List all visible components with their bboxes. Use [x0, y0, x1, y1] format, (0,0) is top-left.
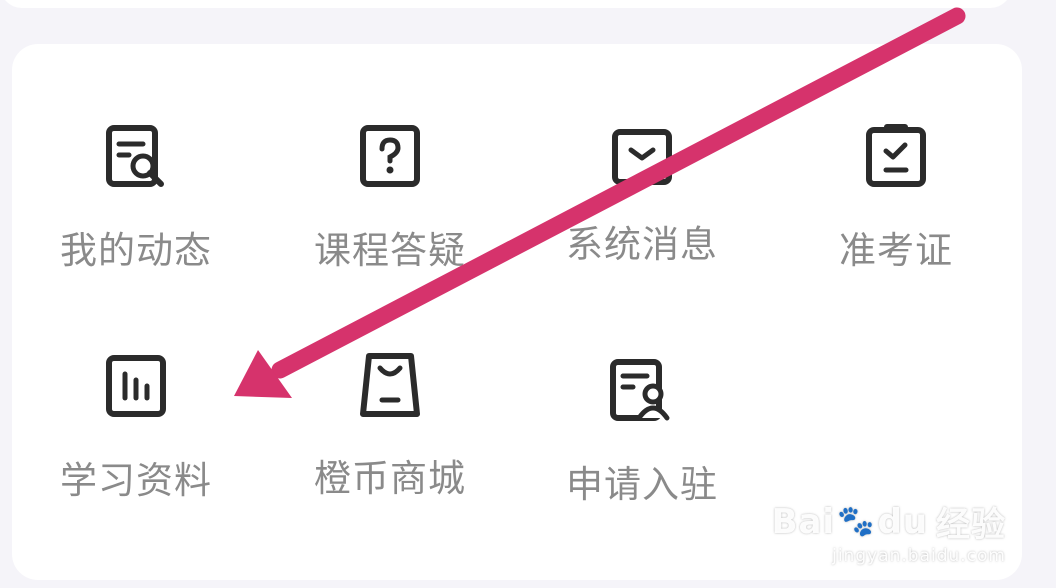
watermark-url: jingyan.baidu.com	[832, 546, 1006, 566]
menu-item-admission-ticket[interactable]: 准考证	[786, 122, 1006, 274]
question-icon	[360, 125, 420, 187]
menu-item-course-qa[interactable]: 课程答疑	[280, 122, 500, 274]
menu-item-study-materials[interactable]: 学习资料	[26, 352, 246, 504]
menu-item-label: 学习资料	[60, 459, 212, 502]
message-icon	[612, 129, 672, 185]
paw-icon: 🐾	[837, 504, 876, 539]
menu-item-label: 我的动态	[60, 229, 212, 272]
menu-item-label: 申请入驻	[566, 463, 718, 506]
menu-item-apply-join[interactable]: 申请入驻	[532, 356, 752, 508]
menu-item-label: 橙币商城	[314, 457, 466, 500]
menu-item-coin-mall[interactable]: 橙币商城	[280, 350, 500, 502]
menu-item-label: 系统消息	[566, 223, 718, 266]
document-search-icon	[106, 125, 164, 187]
watermark-brand: Bai 🐾 du 经验	[771, 501, 1006, 546]
baidu-watermark: Bai 🐾 du 经验 jingyan.baidu.com	[771, 497, 1006, 567]
clipboard-check-icon	[866, 124, 926, 187]
menu-item-my-activity[interactable]: 我的动态	[26, 122, 246, 274]
shopping-bag-icon	[360, 353, 420, 417]
chart-bars-icon	[106, 355, 166, 417]
document-user-icon	[610, 359, 670, 421]
menu-item-label: 课程答疑	[314, 229, 466, 272]
menu-item-label: 准考证	[839, 229, 953, 272]
top-card	[0, 0, 1012, 8]
menu-item-system-messages[interactable]: 系统消息	[532, 126, 752, 268]
